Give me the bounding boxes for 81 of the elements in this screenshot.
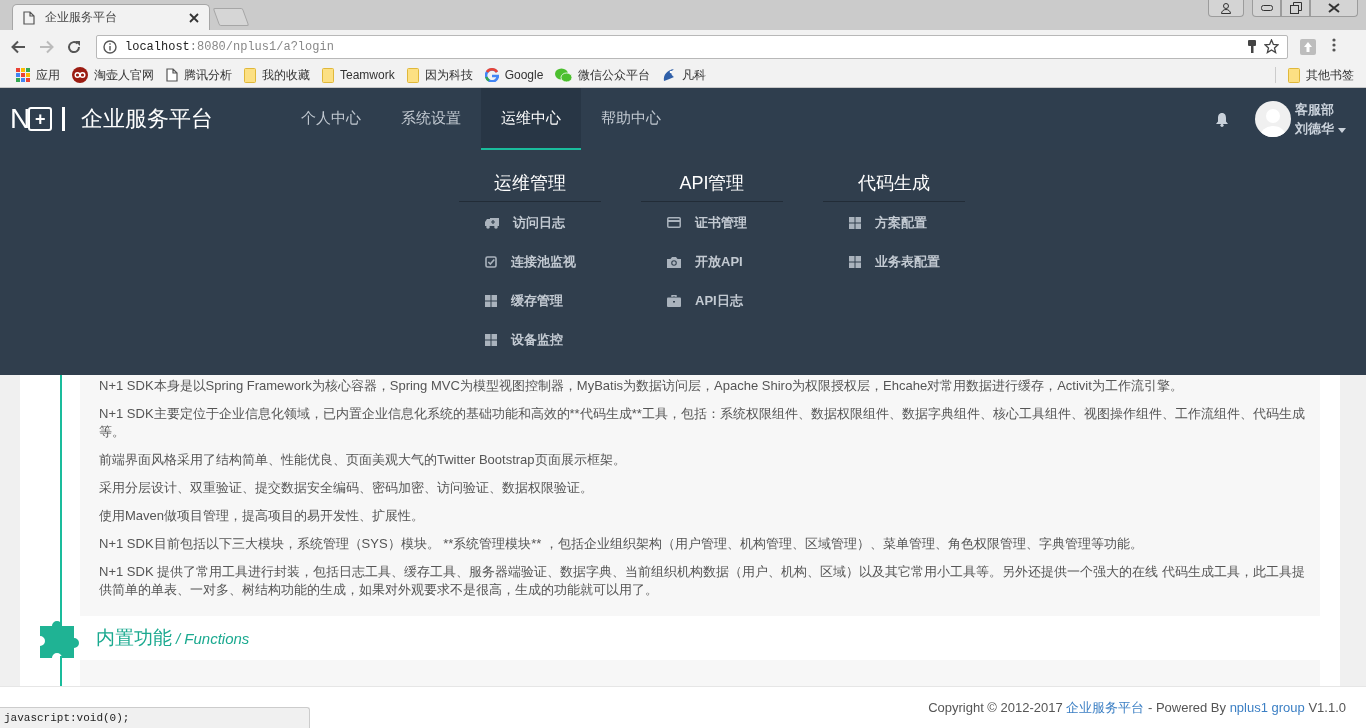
truck-icon	[485, 216, 499, 229]
bookmark[interactable]: 应用	[10, 66, 66, 84]
menu-item[interactable]: 方案配置	[823, 203, 965, 242]
footer-link[interactable]: 企业服务平台	[1066, 699, 1145, 715]
menu-item[interactable]: 证书管理	[641, 203, 783, 242]
key-icon[interactable]	[1248, 39, 1256, 54]
bookmark[interactable]: 因为科技	[400, 66, 479, 84]
brand-title: 企业服务平台	[81, 105, 214, 133]
close-icon[interactable]	[189, 12, 199, 23]
bookmark-folder[interactable]: 其他书签	[1282, 66, 1360, 84]
folder-icon	[322, 67, 334, 83]
briefcase-icon	[667, 294, 681, 307]
menu-heading: 代码生成	[823, 150, 965, 202]
grid-icon	[485, 294, 497, 307]
footer-link[interactable]: nplus1 group	[1229, 699, 1305, 715]
logo[interactable]: N +	[10, 105, 66, 133]
page-icon	[166, 68, 178, 82]
paragraph: N+1 SDK 提供了常用工具进行封装，包括日志工具、缓存工具、服务器端验证、数据字典、当前组织机构数据（用户、机构、区域）以及其它常用小工具等。另外还提供一个强大的在线 代码生成工具，此工具提供简单的单表、一对多、树结构功能的生成，如果对外观要求不是很高，生成的功能就可以用了。	[99, 563, 1306, 599]
close-icon	[1328, 3, 1340, 13]
close-window-button[interactable]	[1310, 0, 1358, 17]
back-icon[interactable]	[10, 39, 26, 54]
avatar[interactable]	[1255, 101, 1292, 137]
reload-icon[interactable]	[67, 39, 81, 54]
address-bar[interactable]: localhost:8080/nplus1/a?login	[96, 34, 1288, 59]
page-icon	[23, 10, 35, 25]
grid-icon	[849, 255, 861, 268]
nav-tab[interactable]: 系统设置	[381, 88, 482, 150]
bookmark[interactable]: 我的收藏	[238, 66, 316, 84]
profile-button[interactable]	[1208, 0, 1244, 17]
menu-item[interactable]: 开放API	[641, 242, 783, 281]
menu-icon[interactable]	[1332, 38, 1336, 52]
paragraph: N+1 SDK主要定位于企业信息化领域，已内置企业信息化系统的基础功能和高效的**代码生成**工具，包括：系统权限组件、数据权限组件、数据字典组件、核心工具组件、视图操作组件、工作流组件、代码生成等。	[99, 405, 1306, 441]
menu-item[interactable]: 连接池监视	[459, 242, 601, 281]
caret-icon	[1338, 128, 1346, 133]
bookmark[interactable]: 腾讯分析	[160, 66, 238, 84]
info-icon[interactable]	[103, 39, 117, 54]
menu-item[interactable]: 访问日志	[459, 203, 601, 242]
site-logo-icon	[662, 67, 677, 83]
folder-icon	[244, 67, 256, 83]
paragraph: N+1 SDK目前包括以下三大模块，系统管理（SYS）模块。 **系统管理模块** ，包括企业组织架构（用户管理、机构管理、区域管理）、菜单管理、角色权限管理、字典管理等功能。	[99, 535, 1145, 553]
copyright-text: Copyright © 2012-2017 企业服务平台 - Powered By nplus1 group V1.1.0	[928, 698, 1346, 717]
bookmark[interactable]: Teamwork	[316, 67, 401, 83]
status-url: javascript:void(0);	[0, 707, 311, 728]
nav-tab[interactable]: 运维中心	[481, 88, 582, 150]
site-logo-icon	[72, 67, 88, 83]
menu-item[interactable]: 业务表配置	[823, 242, 965, 281]
person-icon	[1220, 2, 1232, 14]
menu-heading: 运维管理	[459, 150, 601, 202]
grid-icon	[849, 216, 861, 229]
camera-icon	[667, 255, 681, 268]
browser-tab[interactable]: 企业服务平台	[12, 4, 210, 30]
folder-icon	[1288, 67, 1300, 83]
apps-grid-icon	[16, 68, 30, 82]
star-icon[interactable]	[1264, 39, 1279, 54]
nav-tab[interactable]: 帮助中心	[581, 88, 682, 150]
site-logo-icon	[484, 68, 499, 82]
credit-card-icon	[667, 217, 681, 228]
bookmark[interactable]: Google	[478, 68, 550, 82]
menu-item[interactable]: API日志	[641, 281, 783, 320]
bell-icon[interactable]	[1215, 111, 1230, 127]
chat-bubble-icon	[555, 67, 573, 83]
bookmark[interactable]: 凡科	[656, 66, 713, 84]
user-menu[interactable]: 客服部 刘德华	[1295, 100, 1346, 138]
paragraph: N+1 SDK本身是以Spring Framework为核心容器，Spring MVC为模型视图控制器，MyBatis为数据访问层，Apache Shiro为权限授权层，Ehcahe对常用数据进行缓存，Activit为工作流引擎。	[99, 377, 1184, 395]
restore-button[interactable]	[1281, 0, 1310, 17]
paragraph: 采用分层设计、双重验证、提交数据安全编码、密码加密、访问验证、数据权限验证。	[99, 479, 594, 497]
section-title: 内置功能 / Functions	[96, 626, 250, 650]
grid-icon	[485, 333, 497, 346]
menu-item[interactable]: 设备监控	[459, 320, 601, 359]
nav-tab[interactable]: 个人中心	[281, 88, 382, 150]
paragraph: 前端界面风格采用了结构简单、性能优良、页面美观大气的Twitter Bootstrap页面展示框架。	[99, 451, 627, 469]
minimize-icon	[1260, 5, 1273, 11]
checkbox-icon	[485, 255, 497, 268]
bookmark[interactable]: 淘壶人官网	[66, 66, 160, 84]
minimize-button[interactable]	[1252, 0, 1281, 17]
folder-icon	[406, 67, 419, 83]
paragraph: 使用Maven做项目管理，提高项目的易开发性、扩展性。	[99, 507, 426, 525]
menu-heading: API管理	[641, 150, 783, 202]
restore-icon	[1289, 2, 1302, 14]
bookmark[interactable]: 微信公众平台	[549, 66, 657, 84]
menu-item[interactable]: 缓存管理	[459, 281, 601, 320]
